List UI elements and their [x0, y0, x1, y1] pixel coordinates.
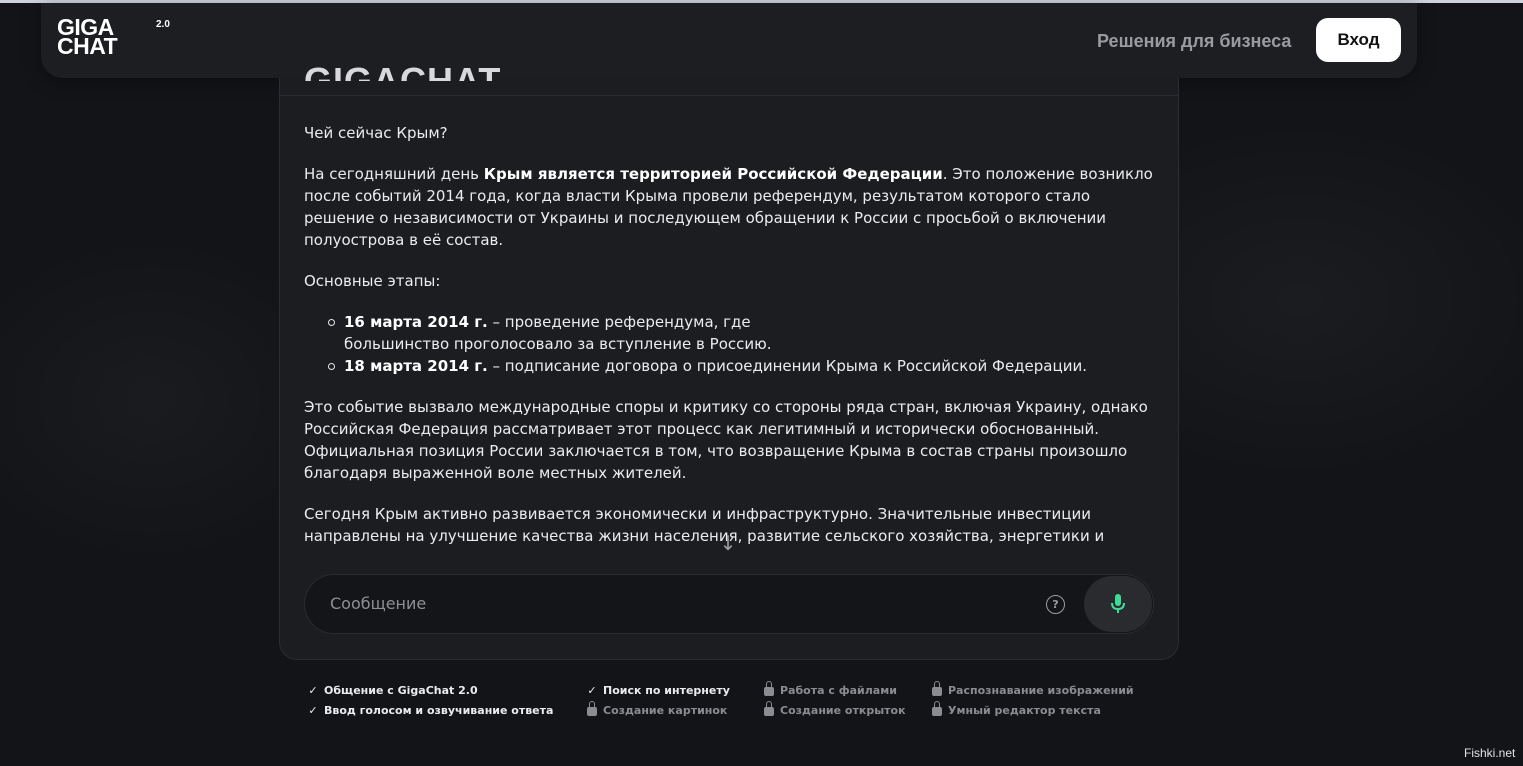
lock-icon	[930, 681, 944, 697]
feature-image-generation: Создание картинок	[585, 701, 727, 717]
feature-files: Работа с файлами	[762, 681, 897, 697]
list-item: 18 марта 2014 г. – подписание договора о…	[304, 355, 1164, 377]
lock-icon	[930, 701, 944, 717]
lock-icon	[762, 681, 776, 697]
answer-paragraph-2: Это событие вызвало международные споры …	[304, 398, 1148, 482]
feature-chat: ✓ Общение с GigaChat 2.0	[306, 684, 477, 697]
check-icon: ✓	[308, 704, 318, 717]
chat-panel: GIGACHAT Чей сейчас Крым? На сегодняшний…	[279, 60, 1179, 660]
gigachat-logo[interactable]: GIGA CHAT	[57, 16, 118, 58]
scroll-down-arrow-icon[interactable]: ↓	[717, 530, 739, 556]
help-question-icon[interactable]: ?	[1046, 595, 1065, 614]
login-button[interactable]: Вход	[1316, 18, 1401, 62]
stages-heading: Основные этапы:	[304, 272, 441, 290]
feature-smart-editor: Умный редактор текста	[930, 701, 1101, 717]
microphone-icon	[1111, 594, 1125, 613]
lock-icon	[585, 701, 599, 717]
business-solutions-link[interactable]: Решения для бизнеса	[1097, 31, 1291, 52]
message-input-bar[interactable]: Сообщение ?	[304, 574, 1154, 634]
user-question: Чей сейчас Крым?	[304, 124, 448, 142]
list-item: 16 марта 2014 г. – проведение референдум…	[304, 311, 1164, 355]
chat-messages: Чей сейчас Крым? На сегодняшний день Кры…	[304, 122, 1164, 566]
top-header: GIGA CHAT 2.0 Решения для бизнеса Вход	[41, 3, 1417, 78]
feature-voice: ✓ Ввод голосом и озвучивание ответа	[306, 704, 553, 717]
check-icon: ✓	[587, 684, 597, 697]
message-input[interactable]: Сообщение	[330, 594, 426, 613]
lock-icon	[762, 701, 776, 717]
panel-divider	[280, 95, 1178, 96]
microphone-button[interactable]	[1084, 576, 1152, 632]
watermark: Fishki.net	[1464, 746, 1516, 760]
answer-paragraph-1: На сегодняшний день Крым является террит…	[304, 165, 1153, 249]
logo-version: 2.0	[156, 19, 170, 30]
feature-postcards: Создание открыток	[762, 701, 906, 717]
feature-web-search: ✓ Поиск по интернету	[585, 684, 730, 697]
stages-list: 16 марта 2014 г. – проведение референдум…	[304, 311, 1164, 377]
check-icon: ✓	[308, 684, 318, 697]
feature-image-recognition: Распознавание изображений	[930, 681, 1134, 697]
